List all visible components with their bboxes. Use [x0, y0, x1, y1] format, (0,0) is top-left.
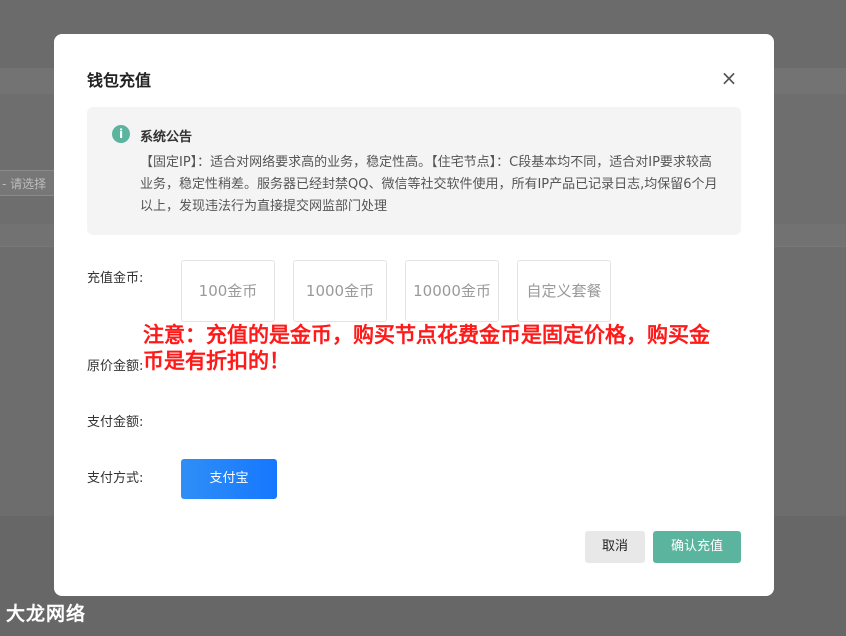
coin-option-100[interactable]: 100金币	[181, 260, 275, 322]
notice-body: 【固定IP】：适合对网络要求高的业务，稳定性高。【住宅节点】：C段基本均不同，适…	[140, 155, 718, 214]
info-icon: i	[112, 125, 130, 143]
coin-option-custom[interactable]: 自定义套餐	[517, 260, 611, 322]
confirm-recharge-button[interactable]: 确认充值	[653, 531, 741, 563]
original-amount-label: 原价金额:	[87, 359, 144, 374]
close-icon[interactable]: ×	[718, 67, 740, 89]
pay-method-label: 支付方式:	[87, 471, 144, 486]
system-notice: i 系统公告 【固定IP】：适合对网络要求高的业务，稳定性高。【住宅节点】：C段…	[87, 107, 741, 235]
coin-option-1000[interactable]: 1000金币	[293, 260, 387, 322]
coin-option-10000[interactable]: 10000金币	[405, 260, 499, 322]
notice-title: 系统公告	[140, 130, 193, 145]
pay-amount-label: 支付金额:	[87, 415, 144, 430]
wallet-recharge-dialog: 钱包充值 × i 系统公告 【固定IP】：适合对网络要求高的业务，稳定性高。【住…	[54, 34, 774, 596]
alipay-button[interactable]: 支付宝	[181, 459, 277, 499]
cancel-button[interactable]: 取消	[585, 531, 645, 563]
background-select: - 请选择	[0, 170, 58, 196]
annotation-note: 注意：充值的是金币，购买节点花费金币是固定价格，购买金币是有折扣的！	[143, 322, 710, 373]
recharge-coins-label: 充值金币:	[87, 271, 144, 286]
dialog-title: 钱包充值	[87, 71, 152, 90]
watermark-text: 大龙网络	[6, 603, 87, 625]
